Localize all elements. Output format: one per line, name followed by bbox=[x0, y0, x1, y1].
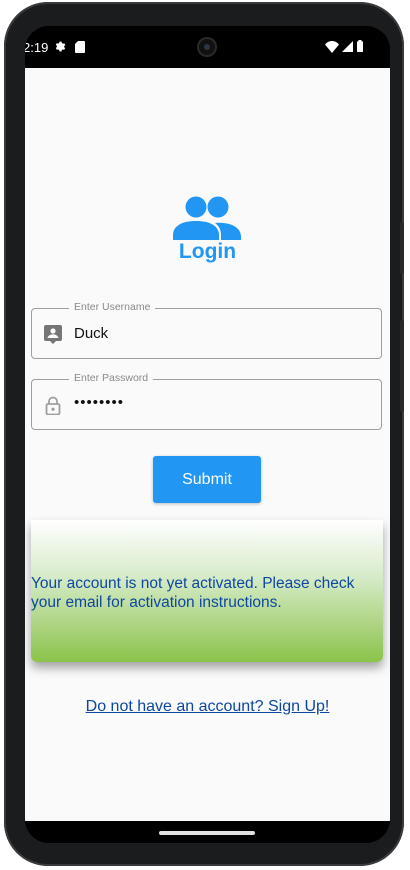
gear-icon bbox=[55, 41, 66, 52]
wifi-icon bbox=[325, 41, 339, 53]
password-label: Enter Password bbox=[69, 372, 154, 384]
front-camera bbox=[197, 37, 217, 57]
password-field[interactable]: Enter Password •••••••• bbox=[31, 372, 382, 430]
phone-frame: 2:19 Login Enter Username Duck Enter Pas… bbox=[4, 2, 404, 866]
sd-card-icon bbox=[75, 41, 85, 53]
battery-icon bbox=[357, 40, 363, 52]
people-icon bbox=[173, 196, 241, 240]
signal-icon bbox=[342, 41, 353, 52]
password-input[interactable]: •••••••• bbox=[74, 394, 124, 411]
signup-link[interactable]: Do not have an account? Sign Up! bbox=[25, 698, 390, 716]
page-title: Login bbox=[178, 240, 237, 263]
screen: 2:19 Login Enter Username Duck Enter Pas… bbox=[25, 26, 390, 843]
volume-button bbox=[400, 320, 404, 412]
lock-icon bbox=[45, 396, 61, 415]
account-box-icon bbox=[44, 325, 62, 344]
power-button bbox=[400, 222, 404, 274]
home-indicator[interactable] bbox=[159, 831, 255, 835]
username-field[interactable]: Enter Username Duck bbox=[31, 301, 382, 359]
navigation-bar bbox=[25, 821, 390, 843]
username-input[interactable]: Duck bbox=[74, 325, 108, 342]
submit-button[interactable]: Submit bbox=[153, 456, 261, 503]
status-bar: 2:19 bbox=[25, 26, 390, 68]
status-time: 2:19 bbox=[25, 40, 49, 55]
activation-alert: Your account is not yet activated. Pleas… bbox=[31, 520, 383, 662]
login-screen: Login Enter Username Duck Enter Password… bbox=[25, 68, 390, 821]
alert-message: Your account is not yet activated. Pleas… bbox=[31, 575, 355, 611]
username-label: Enter Username bbox=[69, 301, 156, 313]
